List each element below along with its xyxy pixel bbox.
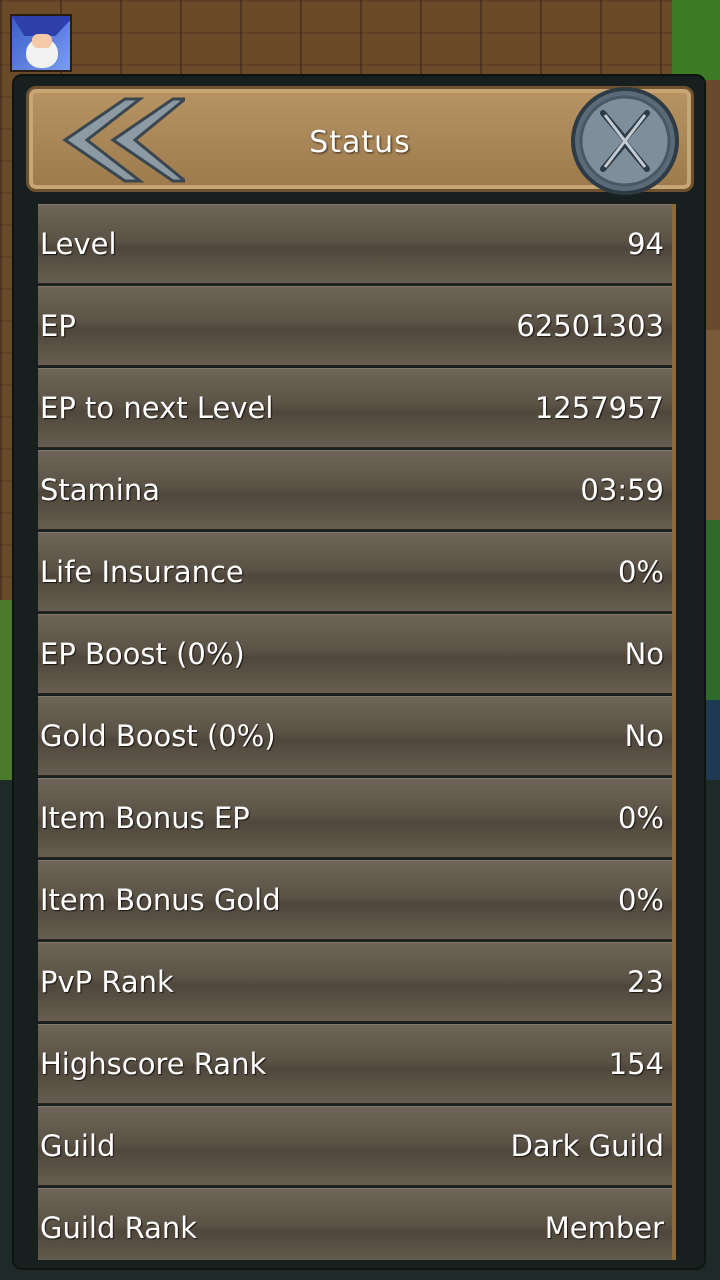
status-row-ep-next-level: EP to next Level 1257957 [38,368,672,448]
close-icon [571,87,679,195]
row-label: Guild Rank [40,1211,198,1245]
row-value: No [624,719,664,753]
status-header: Status [26,86,694,195]
status-row-stamina: Stamina 03:59 [38,450,672,530]
row-value: 1257957 [534,391,664,425]
status-row-gold-boost: Gold Boost (0%) No [38,696,672,776]
row-value: 62501303 [516,309,664,343]
status-list[interactable]: Level 94 EP 62501303 EP to next Level 12… [38,204,676,1260]
row-label: Item Bonus Gold [40,883,281,917]
status-row-pvp-rank: PvP Rank 23 [38,942,672,1022]
row-label: Guild [40,1129,116,1163]
status-row-ep: EP 62501303 [38,286,672,366]
row-label: EP Boost (0%) [40,637,245,671]
row-value: 23 [627,965,664,999]
row-label: PvP Rank [40,965,174,999]
row-label: EP to next Level [40,391,274,425]
row-label: Gold Boost (0%) [40,719,276,753]
row-label: Stamina [40,473,161,507]
row-label: Life Insurance [40,555,244,589]
row-label: Highscore Rank [40,1047,267,1081]
row-value: 0% [617,883,664,917]
row-label: Level [40,227,117,261]
row-label: EP [40,309,76,343]
row-value: No [624,637,664,671]
status-row-level: Level 94 [38,204,672,284]
row-value: 0% [617,801,664,835]
wizard-avatar-icon[interactable] [10,14,72,72]
row-label: Item Bonus EP [40,801,250,835]
row-value: 0% [617,555,664,589]
close-button[interactable] [569,85,681,197]
status-row-life-insurance: Life Insurance 0% [38,532,672,612]
status-row-item-bonus-ep: Item Bonus EP 0% [38,778,672,858]
row-value: Dark Guild [510,1129,664,1163]
row-value: 03:59 [580,473,664,507]
status-row-guild-rank: Guild Rank Member [38,1188,672,1260]
status-row-ep-boost: EP Boost (0%) No [38,614,672,694]
status-row-item-bonus-gold: Item Bonus Gold 0% [38,860,672,940]
status-row-highscore-rank: Highscore Rank 154 [38,1024,672,1104]
row-value: 154 [608,1047,664,1081]
status-row-guild: Guild Dark Guild [38,1106,672,1186]
row-value: 94 [627,227,664,261]
row-value: Member [544,1211,664,1245]
